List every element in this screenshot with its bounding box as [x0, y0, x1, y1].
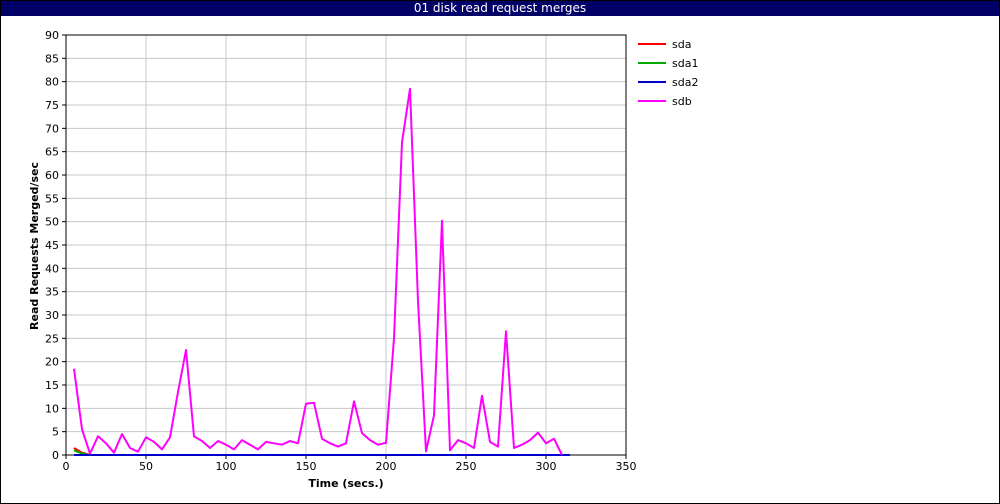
legend-label-sda2: sda2: [672, 76, 698, 89]
y-tick-label: 90: [45, 29, 59, 42]
y-tick-label: 80: [45, 76, 59, 89]
legend-label-sda: sda: [672, 38, 691, 51]
axis-ticks: 0 5 10 15 20 25 30 35 40 45 50 55 60 65 70 75 80 85 90 0 50 1…: [45, 29, 637, 473]
x-tick-label: 50: [139, 460, 153, 473]
x-axis-label: Time (secs.): [308, 477, 383, 490]
y-tick-label: 35: [45, 286, 59, 299]
x-tick-label: 150: [296, 460, 317, 473]
y-tick-label: 10: [45, 402, 59, 415]
x-tick-label: 250: [456, 460, 477, 473]
series-line-sdb: [73, 87, 563, 456]
y-tick-label: 30: [45, 309, 59, 322]
legend-label-sdb: sdb: [672, 95, 692, 108]
y-tick-label: 0: [52, 449, 59, 462]
chart-canvas: 0 5 10 15 20 25 30 35 40 45 50 55 60 65 70 75 80 85 90 0 50 1…: [28, 29, 698, 490]
y-tick-label: 85: [45, 52, 59, 65]
y-tick-label: 40: [45, 262, 59, 275]
x-tick-label: 0: [63, 460, 70, 473]
y-tick-label: 55: [45, 192, 59, 205]
y-tick-label: 20: [45, 356, 59, 369]
y-tick-label: 25: [45, 332, 59, 345]
y-tick-label: 75: [45, 99, 59, 112]
x-tick-label: 300: [536, 460, 557, 473]
grid: [65, 34, 627, 456]
y-tick-label: 45: [45, 239, 59, 252]
x-tick-label: 100: [216, 460, 237, 473]
y-tick-label: 15: [45, 379, 59, 392]
series-lines: [73, 87, 570, 456]
x-tick-label: 200: [376, 460, 397, 473]
y-tick-label: 60: [45, 169, 59, 182]
y-tick-label: 70: [45, 122, 59, 135]
y-axis-label: Read Requests Merged/sec: [28, 162, 41, 330]
series-line-sda: [73, 447, 570, 456]
legend: sda sda1 sda2 sdb: [638, 38, 698, 108]
y-tick-label: 65: [45, 146, 59, 159]
y-tick-label: 5: [52, 426, 59, 439]
x-tick-label: 350: [616, 460, 637, 473]
legend-label-sda1: sda1: [672, 57, 698, 70]
y-tick-label: 50: [45, 216, 59, 229]
